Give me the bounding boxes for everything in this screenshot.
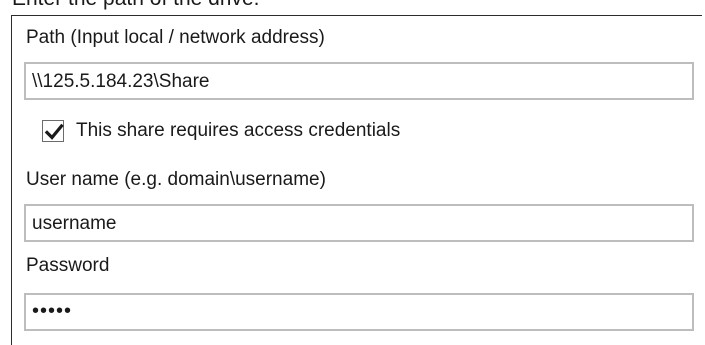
password-label: Password [26, 255, 110, 276]
credentials-checkbox-label: This share requires access credentials [76, 120, 401, 141]
username-input-value: username [32, 213, 117, 234]
credentials-checkbox-row[interactable]: This share requires access credentials [42, 116, 400, 146]
credentials-checkbox[interactable] [42, 120, 64, 142]
path-input[interactable]: \\125.5.184.23\Share [24, 62, 694, 100]
checkmark-icon [44, 123, 64, 140]
form-heading: Enter the path of the drive. [12, 0, 260, 11]
share-credentials-form: Enter the path of the drive. Path (Input… [0, 0, 705, 345]
password-input-value: ••••• [32, 300, 73, 322]
path-label: Path (Input local / network address) [26, 27, 325, 48]
path-input-value: \\125.5.184.23\Share [32, 71, 210, 92]
username-label: User name (e.g. domain\username) [26, 169, 326, 190]
password-input[interactable]: ••••• [24, 293, 694, 331]
username-input[interactable]: username [24, 204, 694, 242]
